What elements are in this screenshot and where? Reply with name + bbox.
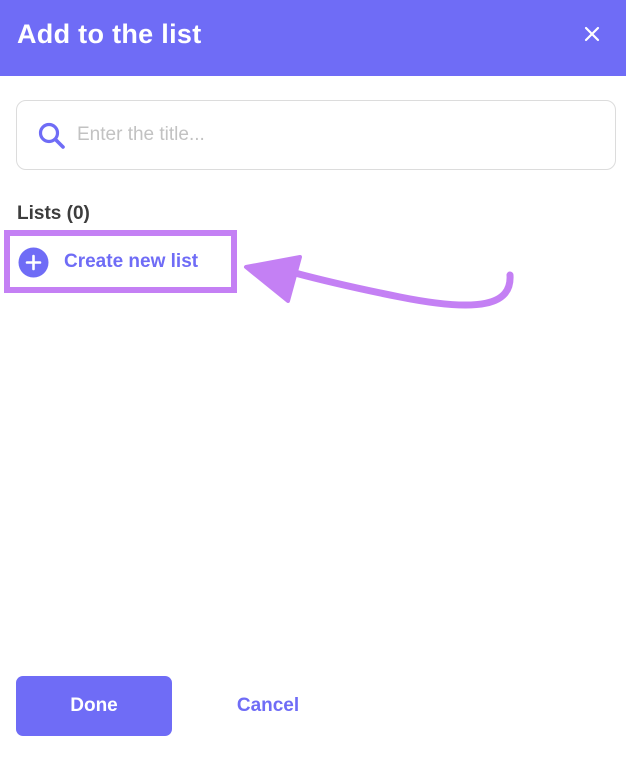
create-new-list-label: Create new list	[64, 251, 199, 272]
dialog-title: Add to the list	[17, 19, 202, 49]
search-box	[16, 100, 616, 170]
create-new-list-button[interactable]: Create new list	[18, 246, 198, 278]
lists-heading: Lists (0)	[17, 203, 90, 224]
search-input[interactable]	[77, 117, 597, 153]
close-button[interactable]	[576, 18, 608, 50]
plus-circle-icon	[18, 247, 49, 277]
dialog-header: Add to the list	[0, 0, 626, 76]
search-icon	[38, 122, 65, 149]
pointer-arrow-icon	[244, 255, 514, 309]
cancel-button[interactable]: Cancel	[220, 676, 316, 736]
close-icon	[584, 26, 600, 42]
done-button[interactable]: Done	[16, 676, 172, 736]
